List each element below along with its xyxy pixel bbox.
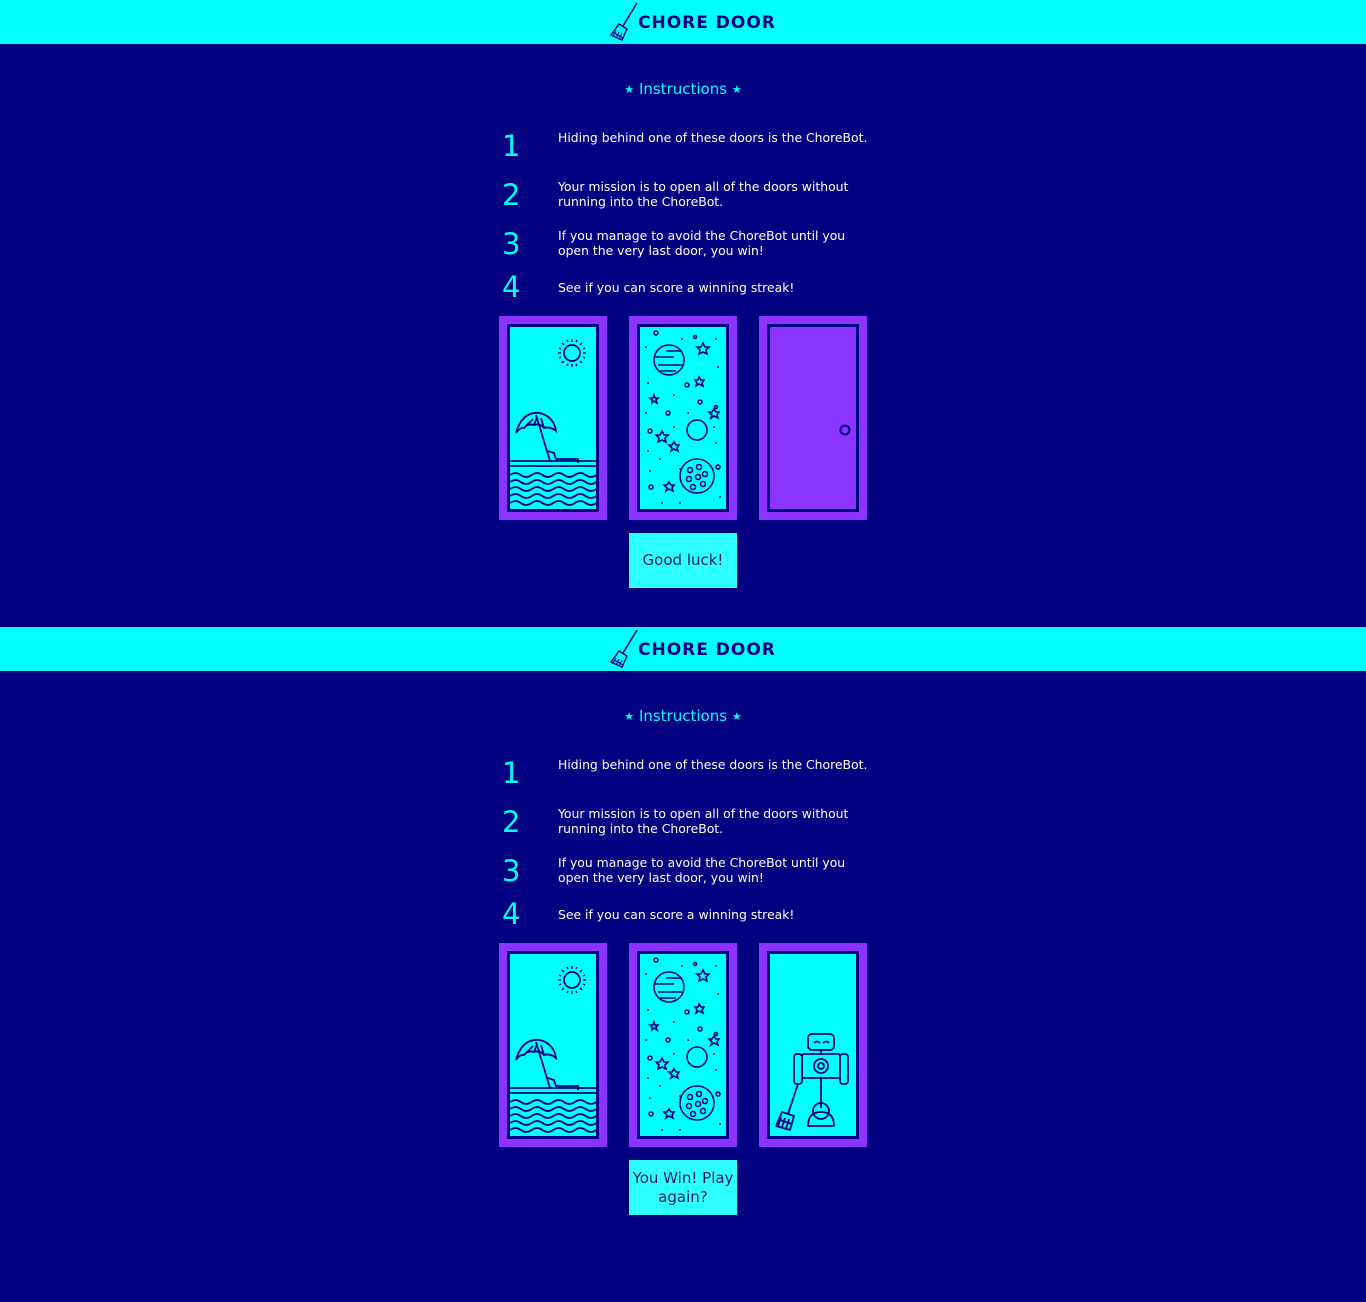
door-beach [507, 951, 599, 1139]
beach-icon [510, 966, 596, 1133]
instructions-heading: ★ Instructions ★ [0, 80, 1366, 98]
star-icon: ★ [624, 83, 635, 96]
door-3[interactable] [759, 943, 867, 1147]
brand: CHORE DOOR [608, 0, 776, 44]
game-screen-win: CHORE DOOR ★ Instructions ★ 1 Hiding beh… [0, 627, 1366, 1302]
step-number: 3 [502, 854, 521, 888]
step-text: If you manage to avoid the ChoreBot unti… [558, 855, 846, 885]
step-number: 3 [502, 227, 521, 261]
star-icon: ★ [624, 710, 635, 723]
space-icon [645, 957, 721, 1131]
star-icon: ★ [731, 83, 742, 96]
step-text: Your mission is to open all of the doors… [558, 179, 849, 209]
step-text: See if you can score a winning streak! [558, 280, 795, 295]
door-space [637, 324, 729, 512]
game-screen-start: CHORE DOOR ★ Instructions ★ 1 Hiding beh… [0, 0, 1366, 627]
header-bar: CHORE DOOR [0, 0, 1366, 44]
instructions-title: Instructions [638, 707, 728, 725]
door-robot [767, 951, 859, 1139]
broom-icon [609, 629, 638, 668]
chorebot-icon [775, 1033, 849, 1131]
star-icon: ★ [731, 710, 742, 723]
door-space [637, 951, 729, 1139]
app-title: CHORE DOOR [638, 13, 776, 33]
door-closed [767, 324, 859, 512]
step-number: 2 [502, 178, 521, 212]
app-title: CHORE DOOR [638, 640, 776, 660]
header-bar: CHORE DOOR [0, 627, 1366, 671]
beach-icon [510, 339, 596, 506]
broom-icon [609, 2, 638, 41]
instructions-heading: ★ Instructions ★ [0, 707, 1366, 725]
step-number: 1 [502, 756, 521, 790]
step-number: 4 [502, 270, 521, 304]
step-number: 2 [502, 805, 521, 839]
instructions-title: Instructions [638, 80, 728, 98]
brand: CHORE DOOR [608, 627, 776, 671]
space-icon [645, 330, 721, 504]
step-number: 1 [502, 129, 521, 163]
step-number: 4 [502, 897, 521, 931]
step-text: Hiding behind one of these doors is the … [558, 757, 868, 772]
door-2[interactable] [629, 943, 737, 1147]
step-text: Your mission is to open all of the doors… [558, 806, 849, 836]
start-button[interactable]: Good luck! [629, 533, 737, 588]
door-1[interactable] [499, 316, 607, 520]
step-text: If you manage to avoid the ChoreBot unti… [558, 228, 846, 258]
door-2[interactable] [629, 316, 737, 520]
door-1[interactable] [499, 943, 607, 1147]
step-text: See if you can score a winning streak! [558, 907, 795, 922]
step-text: Hiding behind one of these doors is the … [558, 130, 868, 145]
play-again-button[interactable]: You Win! Play again? [629, 1160, 737, 1215]
door-beach [507, 324, 599, 512]
door-knob-icon [839, 424, 851, 436]
door-3[interactable] [759, 316, 867, 520]
